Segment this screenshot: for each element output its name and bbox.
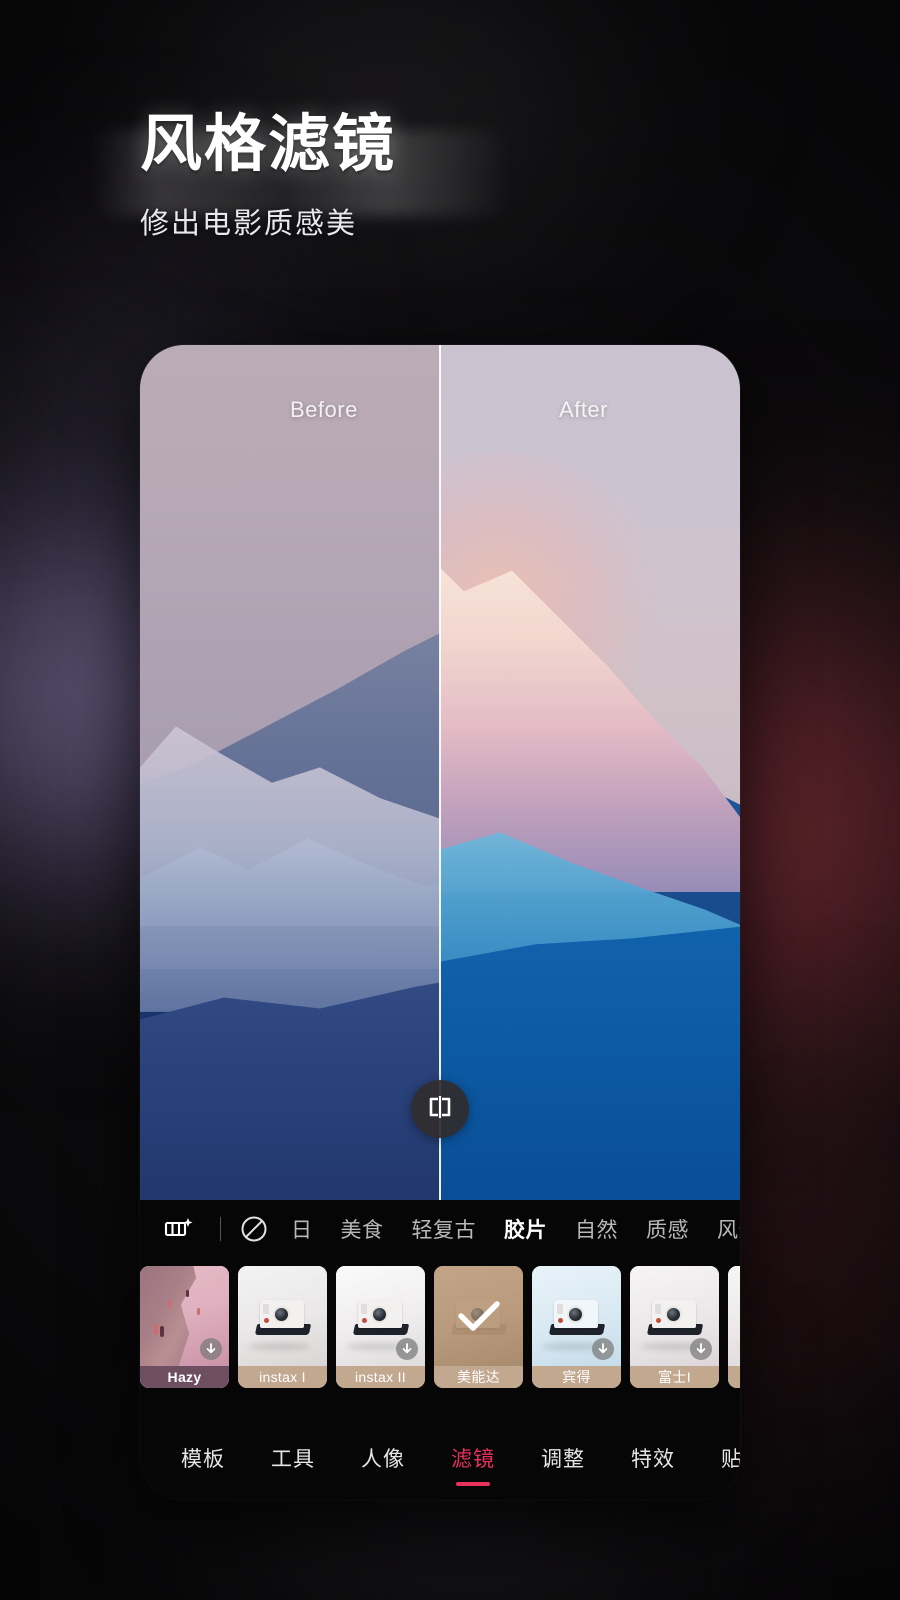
filter-thumb-instax-ii[interactable]: instax II: [336, 1266, 425, 1388]
filter-preview-art: [728, 1266, 740, 1366]
filter-preview-art: [434, 1266, 523, 1366]
compare-split-line: [439, 345, 441, 1200]
camera-shadow: [248, 1343, 311, 1350]
filter-thumb-label: Hazy: [140, 1366, 229, 1388]
before-half: [140, 345, 440, 1200]
beach-figure: [160, 1326, 164, 1337]
nav-item-effects[interactable]: 特效: [608, 1443, 698, 1473]
after-tone-overlay: [440, 345, 740, 1200]
after-label: After: [559, 397, 608, 422]
polaroid-camera-icon: [548, 1296, 606, 1340]
before-image: [140, 345, 440, 1200]
compare-split-icon: [427, 1095, 453, 1124]
polaroid-camera-icon: [254, 1296, 312, 1340]
download-icon[interactable]: [200, 1338, 222, 1360]
filter-thumb-label: 宾得: [532, 1366, 621, 1388]
nav-item-adjust[interactable]: 调整: [518, 1443, 608, 1473]
beach-figure: [154, 1324, 158, 1335]
nav-item-filter-label: 滤镜: [451, 1448, 495, 1471]
download-icon[interactable]: [690, 1338, 712, 1360]
category-tab-2[interactable]: 轻复古: [398, 1214, 491, 1244]
filter-manage-sparkle-icon[interactable]: [158, 1212, 200, 1246]
nav-item-tools[interactable]: 工具: [248, 1443, 338, 1473]
filter-category-strip[interactable]: 日 美食 轻复古 胶片 自然 质感 风景: [140, 1200, 740, 1258]
beach-figure: [197, 1308, 200, 1315]
polaroid-camera-icon: [646, 1296, 704, 1340]
compare-split-handle[interactable]: [411, 1080, 469, 1138]
camera-shadow: [738, 1343, 740, 1350]
before-haze-overlay: [140, 345, 440, 1200]
category-tab-1[interactable]: 美食: [327, 1214, 398, 1244]
promo-page: 风格滤镜 修出电影质感美 Before After 日 美食 轻复古 胶片 自然…: [0, 0, 900, 1600]
before-label: Before: [290, 397, 358, 422]
filter-thumb-minolta[interactable]: 美能达: [434, 1266, 523, 1388]
filter-preview-art: [238, 1266, 327, 1366]
bottom-nav[interactable]: 模板 工具 人像 滤镜 调整 特效 贴纸 文字: [140, 1416, 740, 1500]
category-tab-3[interactable]: 胶片: [490, 1214, 561, 1244]
filter-thumb-fuji-ii[interactable]: 富士II: [728, 1266, 740, 1388]
filter-thumb-label: 富士II: [728, 1366, 740, 1388]
download-icon[interactable]: [396, 1338, 418, 1360]
filter-thumb-label: 美能达: [434, 1366, 523, 1388]
filter-thumb-fuji-i[interactable]: 富士I: [630, 1266, 719, 1388]
no-filter-icon[interactable]: [233, 1208, 275, 1250]
editor-panel: 日 美食 轻复古 胶片 自然 质感 风景: [140, 1200, 740, 1500]
after-half: [440, 345, 740, 1200]
filter-thumb-label: 富士I: [630, 1366, 719, 1388]
filter-thumb-label: instax I: [238, 1366, 327, 1388]
category-tab-5[interactable]: 质感: [632, 1214, 703, 1244]
page-subtitle: 修出电影质感美: [140, 207, 358, 240]
category-tab-0[interactable]: 日: [277, 1214, 327, 1244]
beach-figure: [186, 1290, 189, 1297]
category-divider: [220, 1217, 221, 1241]
nav-item-sticker[interactable]: 贴纸: [698, 1443, 740, 1473]
after-image: [440, 345, 740, 1200]
filter-thumb-hazy[interactable]: Hazy: [140, 1266, 229, 1388]
nav-active-indicator: [456, 1482, 490, 1486]
filter-thumb-pentax[interactable]: 宾得: [532, 1266, 621, 1388]
category-tab-4[interactable]: 自然: [561, 1214, 632, 1244]
filter-thumbnail-row[interactable]: Hazy instax I instax II 美能达 宾得 富士I: [140, 1258, 740, 1388]
beach-figure: [168, 1300, 171, 1308]
check-icon: [434, 1266, 523, 1366]
headline-block: 风格滤镜 修出电影质感美: [0, 112, 900, 242]
page-title: 风格滤镜: [140, 110, 397, 179]
filter-thumb-instax-i[interactable]: instax I: [238, 1266, 327, 1388]
polaroid-camera-icon: [352, 1296, 410, 1340]
category-tab-6[interactable]: 风景: [703, 1214, 740, 1244]
filter-thumb-label: instax II: [336, 1366, 425, 1388]
phone-mockup: Before After 日 美食 轻复古 胶片 自然 质感 风 Hazy in…: [140, 345, 740, 1500]
nav-item-portrait[interactable]: 人像: [338, 1443, 428, 1473]
nav-item-filter[interactable]: 滤镜: [428, 1443, 518, 1486]
nav-item-template[interactable]: 模板: [158, 1443, 248, 1473]
download-icon[interactable]: [592, 1338, 614, 1360]
before-after-canvas[interactable]: Before After: [140, 345, 740, 1200]
